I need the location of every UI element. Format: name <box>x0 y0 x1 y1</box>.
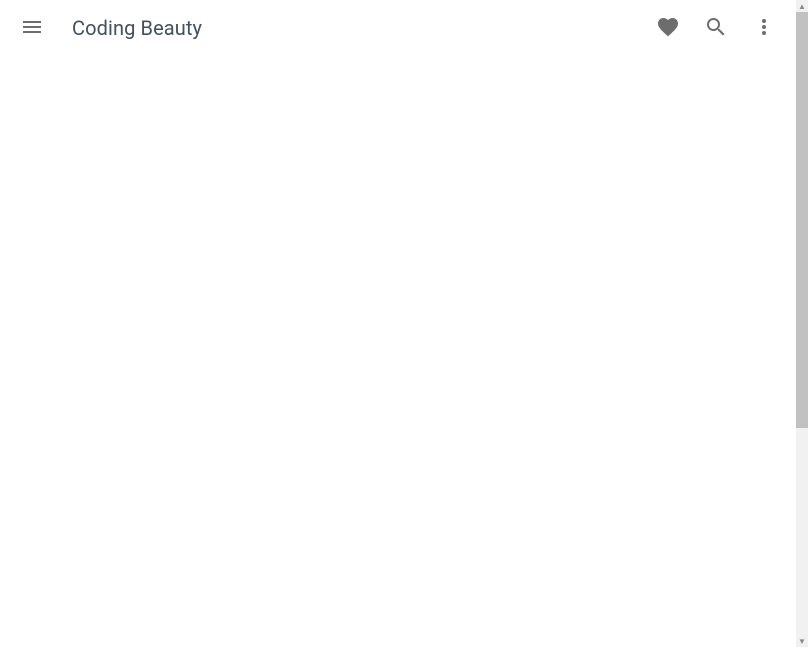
more-vert-icon <box>752 15 776 42</box>
scrollbar-arrow-down-icon[interactable]: ▼ <box>796 635 808 647</box>
toolbar: Coding Beauty <box>0 0 796 56</box>
favorite-button[interactable] <box>644 4 692 52</box>
scrollbar-track[interactable]: ▲ ▼ <box>796 0 808 647</box>
menu-button[interactable] <box>8 4 56 52</box>
main-content <box>0 56 796 647</box>
heart-icon <box>656 15 680 42</box>
search-icon <box>704 15 728 42</box>
menu-icon <box>20 15 44 42</box>
app-container: Coding Beauty <box>0 0 796 647</box>
search-button[interactable] <box>692 4 740 52</box>
more-button[interactable] <box>740 4 788 52</box>
scrollbar-thumb[interactable] <box>796 12 808 428</box>
scrollbar-arrow-up-icon[interactable]: ▲ <box>796 0 808 12</box>
page-title: Coding Beauty <box>72 16 202 40</box>
